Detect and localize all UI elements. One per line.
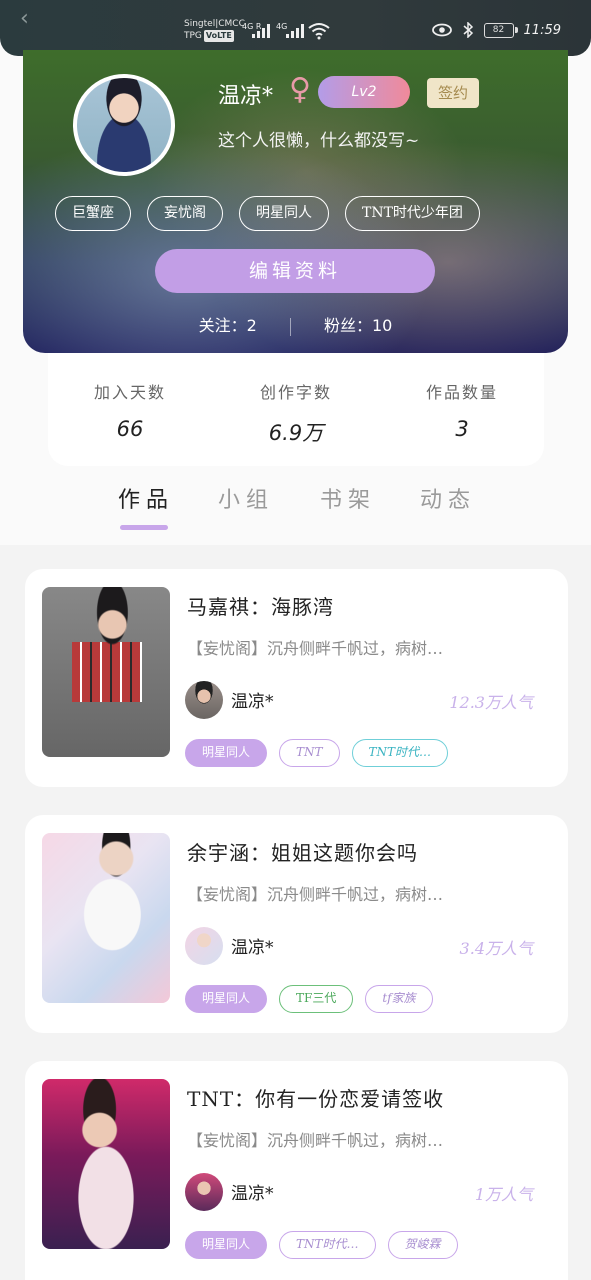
- clock: 11:59: [523, 22, 561, 38]
- work-summary: 【妄忧阁】沉舟侧畔千帆过，病树…: [187, 639, 444, 658]
- bluetooth-icon: [463, 22, 473, 38]
- stats-card: 加入天数 66 创作字数 6.9万 作品数量 3: [48, 353, 544, 466]
- stat-label: 创作字数: [259, 383, 332, 402]
- work-tag[interactable]: TNT: [279, 739, 340, 767]
- carrier-name: Singtel|CMCC: [184, 19, 245, 29]
- work-tag[interactable]: TNT时代…: [279, 1231, 376, 1259]
- stat-label: 加入天数: [93, 383, 166, 402]
- signal-icon-2: [286, 24, 304, 38]
- divider: [289, 317, 291, 336]
- popularity: 1万人气: [474, 1185, 533, 1204]
- work-title[interactable]: 马嘉祺：海豚湾: [187, 591, 334, 620]
- stat-join-days: 加入天数 66: [60, 379, 200, 441]
- edit-profile-button[interactable]: 编辑资料: [155, 249, 435, 293]
- work-cover-image[interactable]: [42, 587, 170, 757]
- following-count[interactable]: 关注：2: [199, 316, 257, 335]
- author-name[interactable]: 温凉*: [231, 687, 274, 712]
- profile-tag[interactable]: TNT时代少年团: [345, 196, 480, 231]
- profile-tags: 巨蟹座 妄忧阁 明星同人 TNT时代少年团: [55, 196, 480, 231]
- username: 温凉*: [218, 84, 274, 109]
- volte-badge: VoLTE: [203, 30, 234, 42]
- stat-word-count: 创作字数 6.9万: [226, 379, 366, 447]
- stat-works-count: 作品数量 3: [392, 379, 532, 441]
- tab-bar: 作品 小组 书架 动态: [0, 482, 591, 542]
- tab-groups[interactable]: 小组: [218, 482, 274, 514]
- signal-icon: [252, 24, 270, 38]
- work-tags: 明星同人 TNT时代… 贺峻霖: [185, 1231, 458, 1259]
- tab-works[interactable]: 作品: [118, 482, 174, 514]
- status-bar: ‹ Singtel|CMCC TPG VoLTE 4G R 4G 82 11:59: [0, 0, 591, 56]
- work-title[interactable]: TNT：你有一份恋爱请签收: [187, 1083, 444, 1112]
- popularity: 12.3万人气: [449, 693, 533, 712]
- author-avatar[interactable]: [185, 1173, 223, 1211]
- battery-icon: 82: [483, 22, 518, 38]
- work-tag[interactable]: tf家族: [365, 985, 433, 1013]
- bio: 这个人很懒，什么都没写~: [218, 131, 420, 151]
- active-tab-indicator: [120, 525, 168, 530]
- author-avatar[interactable]: [185, 681, 223, 719]
- work-card[interactable]: 马嘉祺：海豚湾 【妄忧阁】沉舟侧畔千帆过，病树… 温凉* 12.3万人气 明星同…: [25, 569, 568, 787]
- stat-value: 6.9万: [268, 421, 324, 445]
- eye-icon: [431, 23, 452, 37]
- work-tag[interactable]: 明星同人: [185, 985, 268, 1013]
- profile-tag[interactable]: 巨蟹座: [55, 196, 131, 231]
- stat-label: 作品数量: [425, 383, 498, 402]
- profile-tag[interactable]: 妄忧阁: [147, 196, 223, 231]
- signed-badge: 签约: [427, 78, 479, 108]
- author-name[interactable]: 温凉*: [231, 933, 274, 958]
- level-badge: Lv2: [318, 76, 410, 108]
- stat-value: 3: [455, 417, 469, 441]
- stat-value: 66: [116, 417, 144, 441]
- author-avatar[interactable]: [185, 927, 223, 965]
- work-cover-image[interactable]: [42, 1079, 170, 1249]
- work-tag[interactable]: 明星同人: [185, 739, 268, 767]
- author-name[interactable]: 温凉*: [231, 1179, 274, 1204]
- avatar[interactable]: [73, 74, 175, 176]
- carrier-name-2: TPG: [184, 31, 202, 41]
- tab-activity[interactable]: 动态: [420, 482, 476, 514]
- follow-stats: 关注：2 粉丝：10: [23, 312, 568, 336]
- work-tag[interactable]: TNT时代…: [351, 739, 449, 767]
- carrier-info: Singtel|CMCC TPG VoLTE: [184, 18, 245, 42]
- work-tag[interactable]: TF三代: [279, 985, 354, 1013]
- wifi-icon: [308, 23, 330, 40]
- work-tag[interactable]: 贺峻霖: [387, 1231, 458, 1259]
- profile-tag[interactable]: 明星同人: [239, 196, 329, 231]
- work-card[interactable]: 余宇涵：姐姐这题你会吗 【妄忧阁】沉舟侧畔千帆过，病树… 温凉* 3.4万人气 …: [25, 815, 568, 1033]
- work-tags: 明星同人 TF三代 tf家族: [185, 985, 433, 1013]
- work-summary: 【妄忧阁】沉舟侧畔千帆过，病树…: [187, 1131, 444, 1150]
- back-arrow-icon[interactable]: ‹: [20, 8, 40, 30]
- profile-header: 温凉* ♀ Lv2 签约 这个人很懒，什么都没写~ 巨蟹座 妄忧阁 明星同人 T…: [23, 50, 568, 353]
- work-card[interactable]: TNT：你有一份恋爱请签收 【妄忧阁】沉舟侧畔千帆过，病树… 温凉* 1万人气 …: [25, 1061, 568, 1280]
- work-tags: 明星同人 TNT TNT时代…: [185, 739, 449, 767]
- work-summary: 【妄忧阁】沉舟侧畔千帆过，病树…: [187, 885, 444, 904]
- followers-count[interactable]: 粉丝：10: [324, 316, 392, 335]
- avatar-image: [77, 78, 171, 172]
- tab-bookshelf[interactable]: 书架: [320, 482, 376, 514]
- work-cover-image[interactable]: [42, 833, 170, 1003]
- work-tag[interactable]: 明星同人: [185, 1231, 268, 1259]
- female-gender-icon: ♀: [289, 72, 311, 107]
- popularity: 3.4万人气: [459, 939, 533, 958]
- work-title[interactable]: 余宇涵：姐姐这题你会吗: [187, 837, 418, 866]
